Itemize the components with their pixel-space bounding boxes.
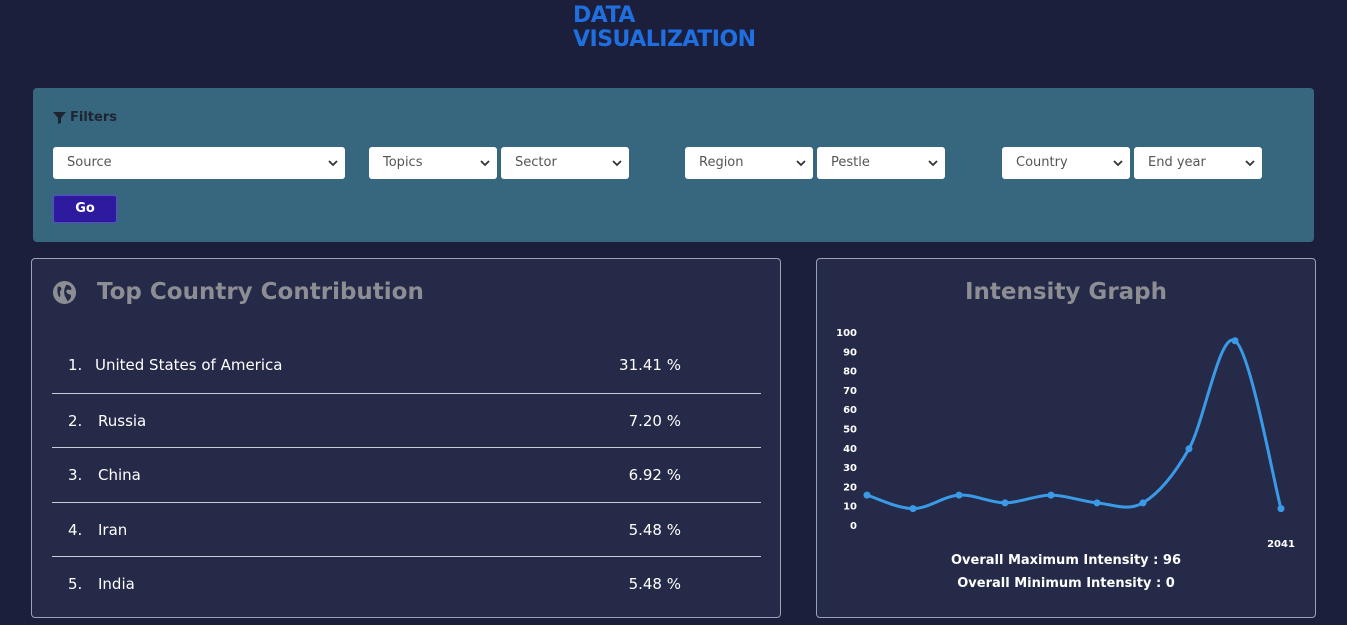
list-item: 2. Russia 7.20 % [52,394,761,448]
region-select[interactable]: Region [685,147,813,179]
country-list: 1. United States of America 31.41 % 2. R… [52,339,761,612]
pestle-select[interactable]: Pestle [817,147,945,179]
go-button[interactable]: Go [53,195,117,223]
y-tick-label: 0 [850,521,857,532]
data-point[interactable] [1185,445,1193,453]
country-select[interactable]: Country [1002,147,1130,179]
data-point[interactable] [955,491,963,499]
brand-line-2: VISUALIZATION [573,27,756,52]
data-point[interactable] [1139,499,1147,507]
rank: 1. [68,356,83,374]
list-item: 1. United States of America 31.41 % [52,339,761,394]
sector-select[interactable]: Sector [501,147,629,179]
data-point[interactable] [863,491,871,499]
end-year-select-value: End year [1148,155,1206,170]
country-percent: 5.48 % [628,575,681,593]
chevron-down-icon [480,160,490,167]
y-tick-label: 70 [843,386,857,397]
country-name: Russia [98,411,147,430]
rank: 4. [68,520,83,539]
y-tick-label: 90 [843,347,857,358]
y-tick-label: 100 [836,328,857,339]
list-item: 3. China 6.92 % [52,448,761,503]
y-tick-label: 80 [843,367,857,378]
country-name: China [98,466,141,484]
end-year-select[interactable]: End year [1134,147,1262,179]
country-name: Iran [98,520,128,539]
filter-icon [53,111,66,124]
y-tick-label: 40 [843,444,857,455]
data-point[interactable] [909,505,917,513]
globe-icon [52,280,77,305]
filters-heading: Filters [53,110,117,125]
data-point[interactable] [1231,337,1239,345]
rank: 2. [68,411,83,430]
filters-panel: Filters Source Topics Sector Region Pest… [33,88,1314,242]
top-country-title: Top Country Contribution [97,279,424,305]
rank: 3. [68,466,83,484]
country-percent: 5.48 % [628,520,681,539]
y-tick-label: 30 [843,463,857,474]
y-tick-label: 10 [843,502,857,513]
country-percent: 31.41 % [619,356,681,374]
chevron-down-icon [1245,160,1255,167]
topics-select[interactable]: Topics [369,147,497,179]
source-select-value: Source [67,155,112,170]
chevron-down-icon [328,160,338,167]
y-tick-label: 50 [843,425,857,436]
min-intensity-text: Overall Minimum Intensity : 0 [957,576,1175,591]
data-point[interactable] [1047,491,1055,499]
chevron-down-icon [928,160,938,167]
top-country-card: Top Country Contribution 1. United State… [31,258,781,618]
chevron-down-icon [612,160,622,167]
topics-select-value: Topics [383,155,423,170]
chevron-down-icon [1113,160,1123,167]
filters-label: Filters [70,110,117,125]
pestle-select-value: Pestle [831,155,870,170]
intensity-card: Intensity Graph 0 10 20 30 40 50 60 70 80 90 100 20… [816,258,1316,618]
chevron-down-icon [796,160,806,167]
region-select-value: Region [699,155,744,170]
x-tick-label: 2041 [1267,539,1295,550]
data-point[interactable] [1001,499,1009,507]
intensity-line [866,338,1283,511]
source-select[interactable]: Source [53,147,345,179]
country-percent: 7.20 % [628,411,681,430]
max-intensity-text: Overall Maximum Intensity : 96 [951,553,1181,568]
data-point[interactable] [1093,499,1101,507]
country-name: India [98,575,135,593]
brand-logo: DATA VISUALIZATION [573,4,756,52]
y-tick-label: 20 [843,482,857,493]
rank: 5. [68,575,83,593]
country-select-value: Country [1016,155,1068,170]
data-point[interactable] [1277,505,1285,513]
sector-select-value: Sector [515,155,557,170]
list-item: 4. Iran 5.48 % [52,503,761,557]
country-percent: 6.92 % [628,466,681,484]
list-item: 5. India 5.48 % [52,557,761,612]
country-name: United States of America [95,356,283,374]
brand-line-1: DATA [573,3,635,28]
y-tick-label: 60 [843,405,857,416]
